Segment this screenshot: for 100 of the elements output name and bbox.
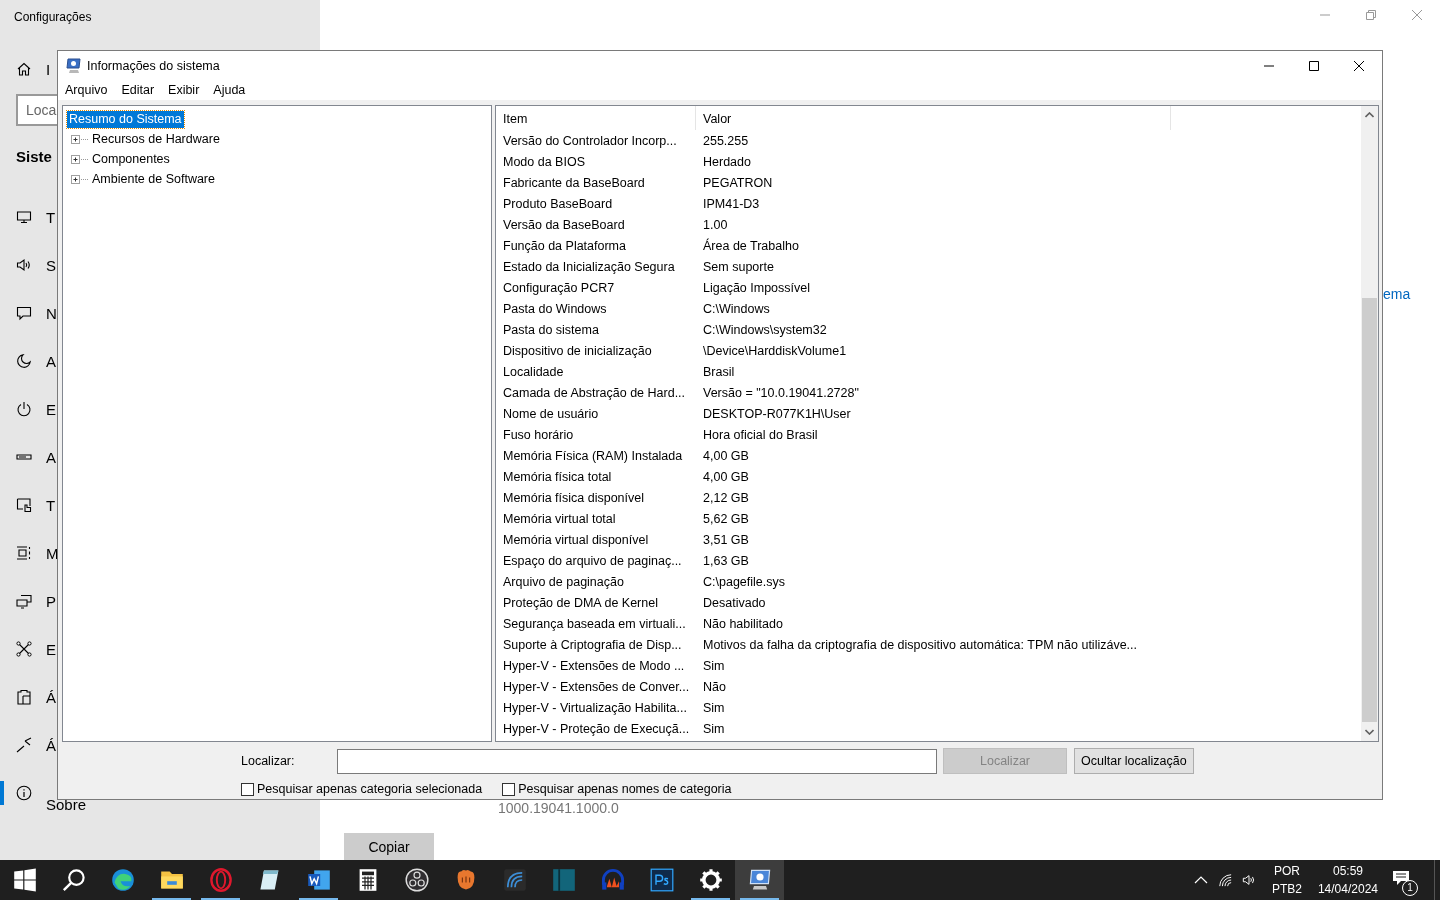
table-cell-text: IPM41-D3 — [702, 196, 761, 211]
clock-date[interactable]: 14/04/2024 — [1317, 882, 1378, 896]
menu-item[interactable]: Exibir — [168, 83, 200, 97]
close-icon[interactable] — [1354, 60, 1364, 71]
table-cell-text: Hyper-V - Virtualização Habilita... — [502, 700, 688, 715]
sidebar-item[interactable]: Á — [46, 736, 56, 754]
expand-icon[interactable] — [71, 134, 90, 144]
document-icon — [306, 868, 331, 892]
tablet-icon — [16, 497, 32, 513]
table-cell-text: Configuração PCR7 — [502, 280, 616, 295]
scroll-down-icon[interactable] — [1365, 729, 1374, 735]
table-cell-text: Memória física total — [502, 469, 613, 484]
table-cell-text: Brasil — [702, 364, 736, 379]
tree-item[interactable]: Recursos de Hardware — [90, 130, 222, 148]
table-cell-text: Área de Trabalho — [702, 238, 800, 253]
table-cell-text: 2,12 GB — [702, 490, 750, 505]
volume-icon[interactable] — [1241, 873, 1256, 887]
table-cell-text: Fabricante da BaseBoard — [502, 175, 646, 190]
copy-button[interactable]: Copiar — [344, 833, 434, 860]
scroll-thumb[interactable] — [1362, 298, 1377, 722]
scroll-up-icon[interactable] — [1365, 112, 1374, 118]
sidebar-item[interactable]: A — [46, 352, 56, 370]
clock-time[interactable]: 05:59 — [1332, 864, 1363, 878]
menu-item[interactable]: Ajuda — [213, 83, 246, 97]
table-cell-text: 1,63 GB — [702, 553, 750, 568]
notification-icon[interactable] — [1392, 870, 1410, 886]
checkbox-label[interactable]: Pesquisar apenas categoria selecionada — [257, 782, 483, 796]
sidebar-item[interactable]: Sobre — [46, 795, 87, 813]
computer-icon — [66, 57, 82, 74]
menu-item[interactable]: Editar — [121, 83, 155, 97]
table-cell-text: DESKTOP-R077K1H\User — [702, 406, 852, 421]
sidebar-item[interactable]: S — [46, 256, 56, 274]
find-label: Localizar: — [241, 754, 296, 768]
section-heading: Siste — [16, 148, 52, 165]
table-cell-text: Não habilitado — [702, 616, 784, 631]
table-cell-text: Motivos da falha da criptografia de dispositivo automática: TPM não utilizáve... — [702, 637, 1139, 652]
language-indicator[interactable]: POR — [1273, 864, 1300, 878]
column-header[interactable]: Valor — [696, 106, 1171, 130]
table-cell-text: Memória física disponível — [502, 490, 646, 505]
checkbox-label[interactable]: Pesquisar apenas nomes de categoria — [518, 782, 732, 796]
spiral-icon — [502, 868, 527, 892]
table-cell-text: PEGATRON — [702, 175, 774, 190]
restore-icon[interactable] — [1366, 10, 1376, 20]
table-cell-text: 4,00 GB — [702, 448, 750, 463]
wifi-icon[interactable] — [1217, 873, 1232, 887]
table-cell-text: Arquivo de paginação — [502, 574, 625, 589]
table-cell-text: Memória virtual total — [502, 511, 617, 526]
sidebar-item[interactable]: E — [46, 640, 56, 658]
notification-badge: 1 — [1402, 880, 1418, 896]
multitask-icon — [16, 545, 32, 561]
column-header[interactable]: Item — [496, 106, 696, 130]
table-cell-text: C:\Windows — [702, 301, 771, 316]
square-app-icon — [649, 868, 674, 892]
keyboard-layout[interactable]: PTB2 — [1271, 882, 1302, 896]
table-cell-text: 3,51 GB — [702, 532, 750, 547]
expand-icon[interactable] — [71, 174, 90, 184]
table-cell-text: C:\pagefile.sys — [702, 574, 786, 589]
tree-item[interactable]: Ambiente de Software — [90, 170, 217, 188]
table-cell-text: Pasta do Windows — [502, 301, 608, 316]
tree-item[interactable]: Resumo do Sistema — [67, 110, 184, 128]
ring-icon — [208, 868, 233, 892]
table-cell-text: Segurança baseada em virtuali... — [502, 616, 687, 631]
sidebar-item[interactable]: M — [46, 544, 59, 562]
sidebar-item[interactable]: T — [46, 208, 56, 226]
home-icon — [16, 61, 32, 77]
table-cell-text: Memória Física (RAM) Instalada — [502, 448, 684, 463]
search-icon — [61, 868, 86, 892]
table-cell-text: 5,62 GB — [702, 511, 750, 526]
find-field[interactable] — [337, 748, 937, 774]
table-cell-text: Hora oficial do Brasil — [702, 427, 819, 442]
checkbox[interactable] — [241, 782, 254, 796]
settings-icon — [698, 868, 723, 892]
version-text: 1000.19041.1000.0 — [498, 800, 619, 816]
menu-item[interactable]: Arquivo — [65, 83, 108, 97]
expand-icon[interactable] — [71, 154, 90, 164]
find-button[interactable]: Ocultar localização — [1074, 748, 1194, 774]
link[interactable]: ema — [1383, 286, 1411, 302]
sidebar-item[interactable]: T — [46, 496, 56, 514]
maximize-icon[interactable] — [1309, 60, 1319, 71]
tree-item[interactable]: Componentes — [90, 150, 172, 168]
checkbox[interactable] — [502, 782, 516, 796]
speaker-icon — [16, 257, 32, 273]
table-cell-text: Estado da Inicialização Segura — [502, 259, 676, 274]
table-cell-text: Sem suporte — [702, 259, 775, 274]
scrollbar[interactable] — [1361, 106, 1378, 741]
table-cell-text: Versão = "10.0.19041.2728" — [702, 385, 860, 400]
table-cell-text: 1.00 — [702, 217, 729, 232]
table-cell-text: \Device\HarddiskVolume1 — [702, 343, 848, 358]
clipboard-icon — [16, 689, 32, 705]
table-cell-text: Herdado — [702, 154, 752, 169]
sidebar-item[interactable]: P — [46, 592, 56, 610]
sidebar-item[interactable]: N — [46, 304, 57, 322]
table-cell-text: Suporte à Criptografia de Disp... — [502, 637, 683, 652]
taskbar-button[interactable] — [735, 860, 784, 900]
table-cell-text: Sim — [702, 721, 726, 736]
sidebar-item[interactable]: I — [46, 60, 51, 78]
window-title: Configurações — [14, 10, 92, 24]
sidebar-item[interactable]: A — [46, 448, 56, 466]
sidebar-item[interactable]: E — [46, 400, 56, 418]
sidebar-item[interactable]: Á — [46, 688, 56, 706]
